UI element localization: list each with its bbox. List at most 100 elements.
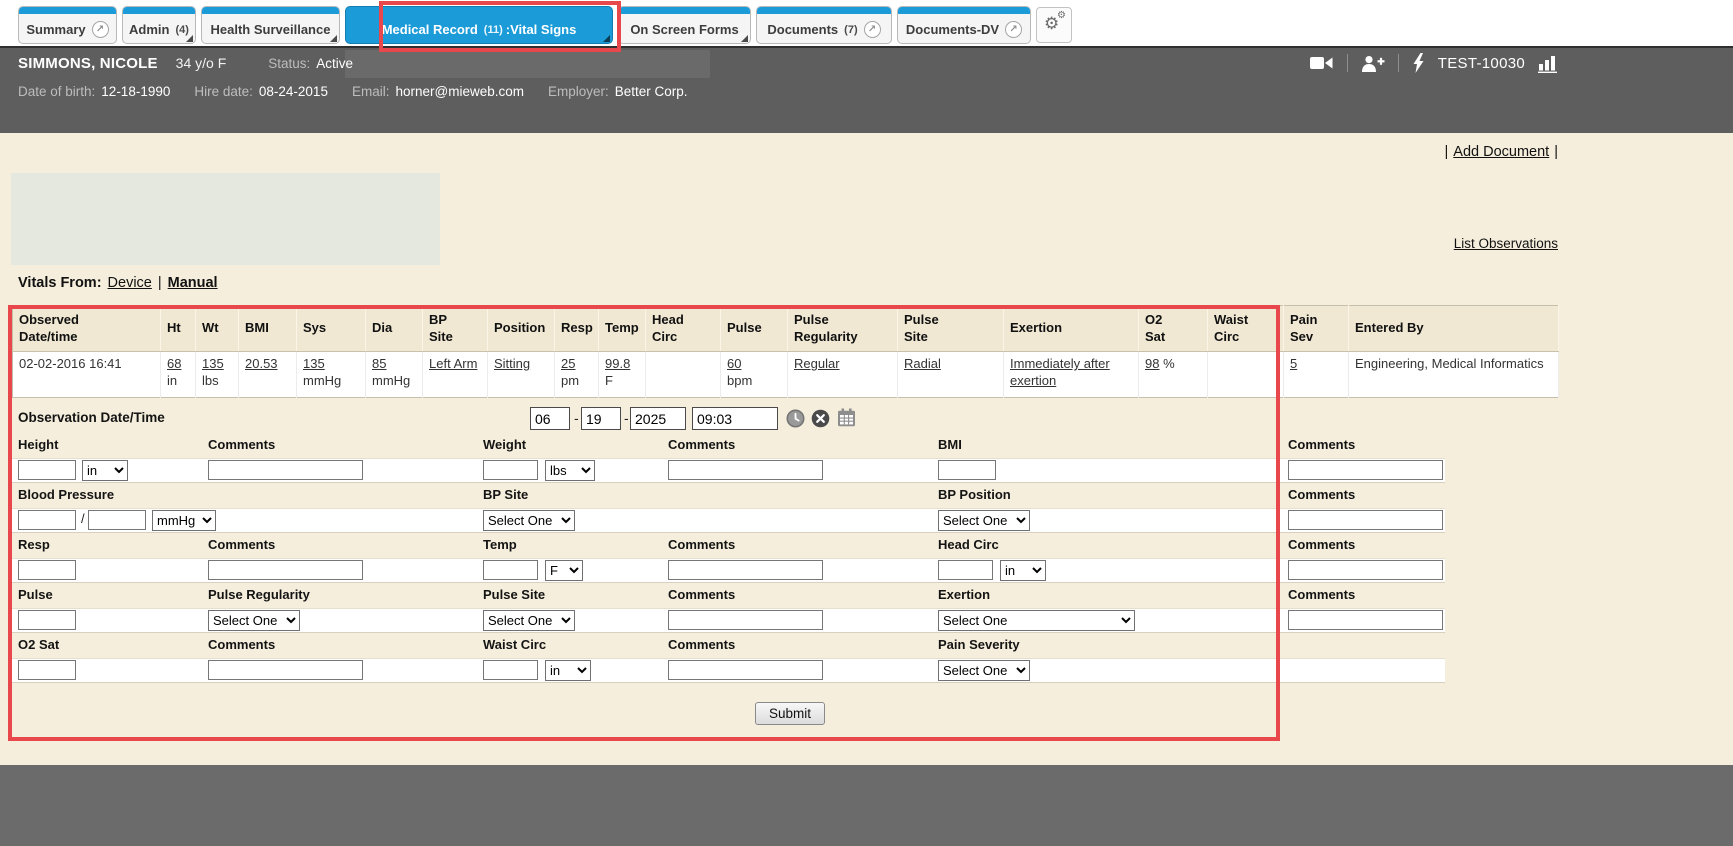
tab-documents-dv[interactable]: Documents-DV ↗ bbox=[897, 6, 1031, 44]
pulse-link[interactable]: 60 bbox=[727, 356, 741, 371]
pulse-comments-input[interactable] bbox=[668, 610, 823, 630]
ht-link[interactable]: 68 bbox=[167, 356, 181, 371]
video-camera-icon[interactable] bbox=[1310, 55, 1334, 71]
waist-circ-comments-label: Comments bbox=[668, 637, 735, 652]
obs-month-input[interactable] bbox=[530, 407, 570, 430]
exertion-comments-input[interactable] bbox=[1288, 610, 1443, 630]
temp-comments-input[interactable] bbox=[668, 560, 823, 580]
bp-systolic-input[interactable] bbox=[18, 510, 76, 530]
position-cell: Sitting bbox=[488, 352, 555, 398]
tab-accent bbox=[19, 7, 116, 14]
wt-link[interactable]: 135 bbox=[202, 356, 224, 371]
add-user-icon[interactable] bbox=[1361, 55, 1385, 72]
obs-day-input[interactable] bbox=[581, 407, 621, 430]
waist-circ-input[interactable] bbox=[483, 660, 538, 680]
add-document-link[interactable]: Add Document bbox=[1453, 144, 1549, 160]
list-observations-link[interactable]: List Observations bbox=[1454, 236, 1558, 251]
pulse-unit: bpm bbox=[727, 373, 752, 388]
lightning-bolt-icon[interactable] bbox=[1412, 53, 1425, 73]
weight-unit-select[interactable]: lbs bbox=[545, 460, 595, 481]
bp-comments-input[interactable] bbox=[1288, 510, 1443, 530]
tab-accent bbox=[202, 7, 339, 14]
o2-sat-link[interactable]: 98 bbox=[1145, 356, 1159, 371]
o2-sat-input[interactable] bbox=[18, 660, 76, 680]
bmi-comments-input[interactable] bbox=[1288, 460, 1443, 480]
device-link[interactable]: Device bbox=[108, 275, 152, 291]
bmi-link[interactable]: 20.53 bbox=[245, 356, 278, 371]
blood-pressure-label: Blood Pressure bbox=[18, 487, 114, 502]
head-circ-label: Head Circ bbox=[938, 537, 999, 552]
flowsheet-chart-icon[interactable] bbox=[1538, 54, 1560, 73]
tab-on-screen-forms[interactable]: On Screen Forms bbox=[618, 6, 751, 44]
pulse-regularity-select[interactable]: Select One bbox=[208, 610, 300, 631]
obs-time-input[interactable] bbox=[692, 407, 778, 430]
tab-health-surveillance[interactable]: Health Surveillance bbox=[201, 6, 340, 44]
table-row: 02-02-2016 16:41 68in 135lbs 20.53 135mm… bbox=[13, 352, 1559, 398]
calendar-icon[interactable] bbox=[837, 408, 856, 432]
pulse-site-select[interactable]: Select One bbox=[483, 610, 575, 631]
column-header: Observed Date/time bbox=[13, 306, 161, 352]
head-circ-input[interactable] bbox=[938, 560, 993, 580]
pulse-site-link[interactable]: Radial bbox=[904, 356, 941, 371]
pain-sev-link[interactable]: 5 bbox=[1290, 356, 1297, 371]
o2-comments-input[interactable] bbox=[208, 660, 363, 680]
resp-comments-input[interactable] bbox=[208, 560, 363, 580]
weight-input[interactable] bbox=[483, 460, 538, 480]
pulse-input[interactable] bbox=[18, 610, 76, 630]
resp-link[interactable]: 25 bbox=[561, 356, 575, 371]
bp-position-select[interactable]: Select One bbox=[938, 510, 1030, 531]
column-header: Sys bbox=[297, 306, 366, 352]
o2-sat-unit: % bbox=[1163, 356, 1175, 371]
column-header: Pulse Site bbox=[898, 306, 1004, 352]
exertion-link[interactable]: Immediately after exertion bbox=[1010, 356, 1110, 388]
ht-unit: in bbox=[167, 373, 177, 388]
o2-comments-label: Comments bbox=[208, 637, 275, 652]
head-circ-comments-input[interactable] bbox=[1288, 560, 1443, 580]
bp-site-select[interactable]: Select One bbox=[483, 510, 575, 531]
bp-diastolic-input[interactable] bbox=[88, 510, 146, 530]
tab-admin[interactable]: Admin (4) bbox=[122, 6, 196, 44]
position-link[interactable]: Sitting bbox=[494, 356, 530, 371]
submit-button[interactable]: Submit bbox=[755, 702, 825, 725]
weight-comments-input[interactable] bbox=[668, 460, 823, 480]
tab-documents[interactable]: Documents (7) ↗ bbox=[756, 6, 892, 44]
external-link-icon: ↗ bbox=[864, 21, 881, 38]
bp-site-link[interactable]: Left Arm bbox=[429, 356, 477, 371]
column-header: Waist Circ bbox=[1208, 306, 1284, 352]
pain-severity-label: Pain Severity bbox=[938, 637, 1020, 652]
column-header: Pulse Regularity bbox=[788, 306, 898, 352]
pulse-regularity-link[interactable]: Regular bbox=[794, 356, 840, 371]
height-input[interactable] bbox=[18, 460, 76, 480]
resp-input[interactable] bbox=[18, 560, 76, 580]
head-circ-unit-select[interactable]: in bbox=[1000, 560, 1046, 581]
dia-link[interactable]: 85 bbox=[372, 356, 386, 371]
main-content: | Add Document | List Observations Vital… bbox=[0, 133, 1733, 765]
bp-unit-select[interactable]: mmHg bbox=[152, 510, 216, 531]
manual-link[interactable]: Manual bbox=[168, 275, 218, 291]
temp-input[interactable] bbox=[483, 560, 538, 580]
temp-unit-select[interactable]: F bbox=[545, 560, 583, 581]
sys-unit: mmHg bbox=[303, 373, 341, 388]
height-comments-input[interactable] bbox=[208, 460, 363, 480]
tab-medical-record-vital-signs[interactable]: Medical Record (11) :Vital Signs bbox=[345, 6, 613, 44]
tab-accent bbox=[757, 7, 891, 14]
pain-severity-select[interactable]: Select One bbox=[938, 660, 1030, 681]
redacted-chart-placeholder bbox=[11, 173, 440, 265]
wt-unit: lbs bbox=[202, 373, 219, 388]
field-label: Date of birth: bbox=[18, 84, 95, 99]
settings-gear-button[interactable]: ⚙ ⚙ bbox=[1036, 7, 1072, 43]
field-value: Better Corp. bbox=[615, 84, 688, 99]
bmi-input[interactable] bbox=[938, 460, 996, 480]
clear-icon[interactable] bbox=[811, 409, 830, 433]
height-unit-select[interactable]: in bbox=[82, 460, 128, 481]
obs-year-input[interactable] bbox=[630, 407, 686, 430]
tab-summary[interactable]: Summary ↗ bbox=[18, 6, 117, 44]
waist-circ-comments-input[interactable] bbox=[668, 660, 823, 680]
sys-link[interactable]: 135 bbox=[303, 356, 325, 371]
patient-details-row: Date of birth: 12-18-1990 Hire date: 08-… bbox=[18, 78, 688, 104]
temp-link[interactable]: 99.8 bbox=[605, 356, 630, 371]
clock-icon[interactable] bbox=[786, 409, 805, 433]
exertion-select[interactable]: Select One bbox=[938, 610, 1135, 631]
external-link-icon: ↗ bbox=[1005, 21, 1022, 38]
waist-circ-unit-select[interactable]: in bbox=[545, 660, 591, 681]
